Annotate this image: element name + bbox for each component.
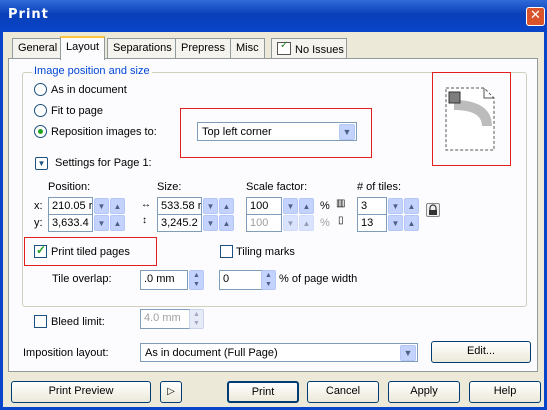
spin-updown-icon: ▲ ▼ — [189, 309, 204, 329]
width-input[interactable]: 533.58 r — [157, 197, 202, 215]
as-in-document-radio[interactable] — [34, 83, 47, 96]
bleed-limit-input: 4.0 mm — [140, 309, 190, 329]
spin-updown-icon[interactable]: ▲ ▼ — [261, 270, 276, 290]
fit-to-page-radio[interactable] — [34, 104, 47, 117]
position-x-input[interactable]: 210.05 r — [48, 197, 93, 215]
tab-general[interactable]: General — [12, 38, 64, 58]
issues-icon: ✓ — [277, 40, 291, 55]
tab-label: Misc — [236, 42, 259, 54]
x-label: x: — [34, 200, 43, 212]
imposition-value: As in document (Full Page) — [145, 347, 278, 359]
percent-width-label: % of page width — [279, 273, 358, 285]
tile-overlap-label: Tile overlap: — [52, 273, 112, 285]
tile-overlap-input[interactable]: .0 mm — [140, 270, 188, 290]
spin-up-icon[interactable]: ▲ — [299, 198, 314, 214]
tab-label: Prepress — [181, 42, 226, 54]
collapse-icon[interactable]: ▼ — [35, 157, 48, 170]
spin-down-icon[interactable]: ▼ — [388, 198, 403, 214]
reposition-label: Reposition images to: — [51, 126, 157, 138]
reposition-value: Top left corner — [202, 126, 272, 138]
position-label: Position: — [48, 181, 91, 193]
group-title: Image position and size — [32, 65, 152, 77]
help-button[interactable]: Help — [469, 381, 541, 403]
height-icon: ↕ — [142, 215, 147, 226]
spin-down-icon[interactable]: ▼ — [203, 198, 218, 214]
imposition-select[interactable]: As in document (Full Page) — [140, 343, 418, 362]
bleed-limit-checkbox[interactable] — [34, 315, 47, 328]
as-in-document-label: As in document — [51, 84, 127, 96]
reposition-radio[interactable] — [34, 125, 47, 138]
spin-up-icon[interactable]: ▲ — [110, 215, 125, 231]
reposition-select[interactable]: Top left corner — [197, 122, 357, 141]
percent-width-input[interactable]: 0 — [219, 270, 267, 290]
chevron-down-icon[interactable]: ▼ — [339, 124, 355, 140]
scale-y-input: 100 — [246, 214, 282, 232]
spin-up-icon: ▲ — [299, 215, 314, 231]
scale-x-input[interactable]: 100 — [246, 197, 282, 215]
edit-button[interactable]: Edit... — [431, 341, 531, 363]
size-label: Size: — [157, 181, 182, 193]
preview-toggle-icon[interactable]: ▷ — [160, 381, 182, 403]
vertical-ruler-icon: ▯ — [338, 215, 344, 226]
print-tiled-checkbox[interactable]: ✓ — [34, 243, 47, 258]
print-button[interactable]: Print — [227, 381, 299, 403]
settings-header: Settings for Page 1: — [55, 157, 152, 169]
tiles-label: # of tiles: — [357, 181, 402, 193]
tab-misc[interactable]: Misc — [230, 38, 265, 58]
apply-button[interactable]: Apply — [388, 381, 460, 403]
tab-no-issues[interactable]: ✓ No Issues — [271, 38, 347, 58]
spin-up-icon[interactable]: ▲ — [219, 198, 234, 214]
close-button[interactable]: ✕ — [526, 7, 545, 26]
print-preview-button[interactable]: Print Preview — [11, 381, 151, 403]
lock-icon[interactable] — [426, 203, 440, 217]
percent-label: % — [320, 200, 330, 212]
tab-label: General — [18, 42, 58, 54]
y-label: y: — [34, 217, 43, 229]
height-input[interactable]: 3,245.2 — [157, 214, 202, 232]
tab-prepress[interactable]: Prepress — [175, 38, 232, 58]
tiles-y-input[interactable]: 13 — [357, 214, 387, 232]
tiling-marks-checkbox[interactable] — [220, 245, 233, 258]
position-y-input[interactable]: 3,633.4 — [48, 214, 93, 232]
tab-label: Layout — [66, 41, 100, 53]
title-bar — [0, 0, 547, 32]
spin-down-icon: ▼ — [283, 215, 298, 231]
print-tiled-label: Print tiled pages — [51, 246, 130, 258]
page-preview-icon — [444, 86, 496, 152]
percent-label: % — [320, 217, 330, 229]
tiles-x-input[interactable]: 3 — [357, 197, 387, 215]
cancel-button[interactable]: Cancel — [307, 381, 379, 403]
ruler-icon: ▥ — [336, 198, 346, 209]
spin-down-icon[interactable]: ▼ — [203, 215, 218, 231]
spin-updown-icon[interactable]: ▲ ▼ — [189, 270, 204, 290]
width-icon: ↔ — [141, 199, 151, 210]
spin-up-icon[interactable]: ▲ — [219, 215, 234, 231]
chevron-down-icon[interactable]: ▼ — [400, 345, 416, 361]
scale-label: Scale factor: — [246, 181, 308, 193]
bleed-limit-label: Bleed limit: — [51, 316, 105, 328]
tiling-marks-label: Tiling marks — [236, 246, 295, 258]
spin-up-icon[interactable]: ▲ — [110, 198, 125, 214]
tab-label: No Issues — [295, 44, 344, 56]
spin-down-icon[interactable]: ▼ — [94, 198, 109, 214]
spin-up-icon[interactable]: ▲ — [404, 198, 419, 214]
spin-down-icon[interactable]: ▼ — [94, 215, 109, 231]
spin-up-icon[interactable]: ▲ — [404, 215, 419, 231]
tab-layout[interactable]: Layout — [60, 36, 106, 60]
imposition-label: Imposition layout: — [23, 347, 109, 359]
tab-separations[interactable]: Separations — [107, 38, 178, 58]
tab-label: Separations — [113, 42, 172, 54]
spin-down-icon[interactable]: ▼ — [388, 215, 403, 231]
fit-to-page-label: Fit to page — [51, 105, 103, 117]
spin-down-icon[interactable]: ▼ — [283, 198, 298, 214]
window-title: Print — [8, 7, 49, 22]
